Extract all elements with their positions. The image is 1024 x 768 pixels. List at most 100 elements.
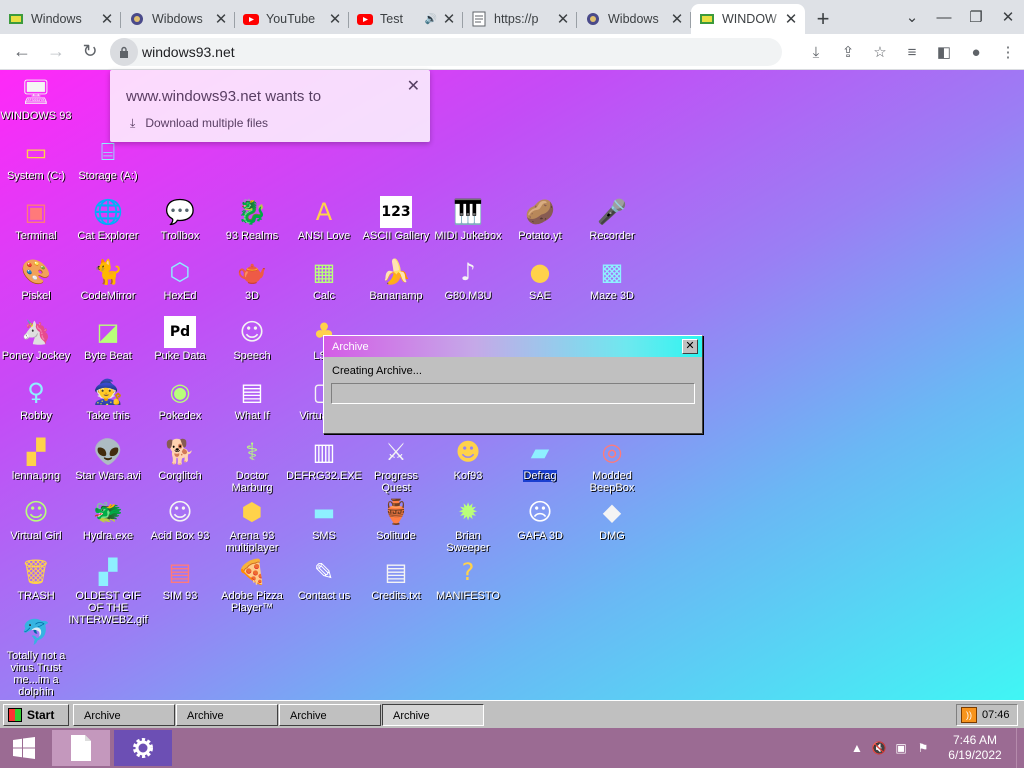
restore-button[interactable]: ❐: [960, 8, 992, 26]
tab-4[interactable]: Test 🔊 ✕: [349, 4, 463, 34]
taskbar-task-archive-3[interactable]: Archive: [279, 704, 381, 726]
desktop-icon-oldest-gif-of-the-interwebz-gif[interactable]: ▞ OLDEST GIF OF THE INTERWEBZ.gif: [68, 556, 147, 626]
desktop-icon-codemirror[interactable]: 🐈 CodeMirror: [72, 256, 144, 302]
desktop-icon-robby[interactable]: ♀ Robby: [0, 376, 72, 422]
desktop-icon-modded-beepbox[interactable]: ◎ Modded BeepBox: [576, 436, 648, 494]
desktop-icon-contact-us[interactable]: ✎ Contact us: [288, 556, 360, 602]
lock-icon[interactable]: [110, 38, 138, 66]
tab-close-icon[interactable]: ✕: [555, 10, 571, 28]
desktop-icon-bananamp[interactable]: 🍌 Bananamp: [360, 256, 432, 302]
desktop-icon-sim-93[interactable]: ▤ SIM 93: [144, 556, 216, 602]
desktop-icon-hydra-exe[interactable]: 🐲 Hydra.exe: [72, 496, 144, 542]
desktop-icon-star-wars-avi[interactable]: 👽 Star Wars.avi: [72, 436, 144, 482]
new-tab-button[interactable]: +: [805, 4, 841, 34]
network-icon[interactable]: ▣: [890, 741, 912, 755]
rss-icon[interactable]: )): [961, 707, 977, 723]
desktop-icon-calc[interactable]: ▦ Calc: [288, 256, 360, 302]
desktop-icon-acid-box-93[interactable]: ☺ Acid Box 93: [144, 496, 216, 542]
tab-6[interactable]: Wibdows ✕: [577, 4, 691, 34]
desktop-icon-gafa-3d[interactable]: ☹ GAFA 3D: [504, 496, 576, 542]
desktop-icon-solitude[interactable]: 🏺 Solitude: [360, 496, 432, 542]
desktop-icon-totally-not-a-virus-trust-me-im-a-dolphin[interactable]: 🐬 Totally not a virus.Trust me...im a dol…: [0, 616, 72, 698]
show-desktop-button[interactable]: [1016, 728, 1024, 768]
tab-close-icon[interactable]: ✕: [327, 10, 343, 28]
desktop-icon-poney-jockey[interactable]: 🦄 Poney Jockey: [0, 316, 72, 362]
volume-muted-icon[interactable]: 🔇: [868, 741, 890, 755]
desktop-icon-manifesto[interactable]: ? MANIFESTO: [432, 556, 504, 602]
chevron-up-icon[interactable]: ▲: [846, 741, 868, 755]
desktop-icon-defrg32-exe[interactable]: ▥ DEFRG32.EXE: [286, 436, 362, 482]
desktop-icon-trollbox[interactable]: 💬 Trollbox: [144, 196, 216, 242]
back-button[interactable]: ←: [6, 36, 38, 68]
desktop-icon-system-c[interactable]: ▭ System (C:): [0, 136, 72, 182]
download-icon[interactable]: ⤓: [800, 36, 832, 68]
windows-start-button[interactable]: [0, 728, 48, 768]
forward-button[interactable]: →: [40, 36, 72, 68]
desktop-icon-corglitch[interactable]: 🐕 Corglitch: [144, 436, 216, 482]
desktop-icon-credits-txt[interactable]: ▤ Credits.txt: [360, 556, 432, 602]
desktop-icon-ansi-love[interactable]: A ANSI Love: [288, 196, 360, 242]
desktop-icon-virtual-girl[interactable]: ☺ Virtual Girl: [0, 496, 72, 542]
desktop-icon-sae[interactable]: ● SAE: [504, 256, 576, 302]
desktop-icon-pokedex[interactable]: ◉ Pokedex: [144, 376, 216, 422]
desktop-icon-g80-m3u[interactable]: ♪ G80.M3U: [432, 256, 504, 302]
desktop-icon-dmg[interactable]: ◆ DMG: [576, 496, 648, 542]
menu-kebab-icon[interactable]: ⋮: [992, 36, 1024, 68]
tab-close-icon[interactable]: ✕: [99, 10, 115, 28]
archive-dialog-titlebar[interactable]: Archive: [324, 336, 702, 357]
desktop-icon-terminal[interactable]: ▣ Terminal: [0, 196, 72, 242]
desktop-icon-defrag[interactable]: ▰ Defrag: [504, 436, 576, 482]
desktop-icon-hexed[interactable]: ⬡ HexEd: [144, 256, 216, 302]
tab-2[interactable]: Wibdows ✕: [121, 4, 235, 34]
desktop-icon-lenna-png[interactable]: ▞ lenna.png: [0, 436, 72, 482]
desktop-icon-3d[interactable]: 🫖 3D: [216, 256, 288, 302]
side-panel-icon[interactable]: ◧: [928, 36, 960, 68]
system-clock[interactable]: 7:46 AM 6/19/2022: [934, 733, 1016, 763]
desktop-icon-cat-explorer[interactable]: 🌐 Cat Explorer: [72, 196, 144, 242]
tab-close-icon[interactable]: ✕: [441, 10, 457, 28]
tab-5[interactable]: https://p ✕: [463, 4, 577, 34]
desktop-icon-trash[interactable]: 🗑 TRASH: [0, 556, 72, 602]
desktop-icon-doctor-marburg[interactable]: ⚕ Doctor Marburg: [216, 436, 288, 494]
taskbar-task-archive-4[interactable]: Archive: [382, 704, 484, 726]
desktop-icon-brian-sweeper[interactable]: ✹ Brian Sweeper: [432, 496, 504, 554]
tab-search-icon[interactable]: ⌄: [896, 8, 928, 26]
taskbar-file-app[interactable]: [52, 730, 110, 766]
desktop-icon-93-realms[interactable]: 🐉 93 Realms: [216, 196, 288, 242]
share-icon[interactable]: ⇪: [832, 36, 864, 68]
tab-3[interactable]: YouTube ✕: [235, 4, 349, 34]
desktop-icon-kof93[interactable]: ☻ Kof93: [432, 436, 504, 482]
desktop-icon-take-this[interactable]: 🧙 Take this: [72, 376, 144, 422]
reload-button[interactable]: ↻: [74, 36, 106, 68]
archive-dialog-close-button[interactable]: ✕: [682, 339, 698, 354]
desktop-icon-maze-3d[interactable]: ▩ Maze 3D: [576, 256, 648, 302]
win93-start-button[interactable]: Start: [3, 704, 69, 726]
desktop-icon-piskel[interactable]: 🎨 Piskel: [0, 256, 72, 302]
desktop-icon-puke-data[interactable]: Pd Puke Data: [144, 316, 216, 362]
speaker-icon[interactable]: 🔊: [425, 14, 437, 25]
desktop-icon-ascii-gallery[interactable]: 123 ASCII Gallery: [360, 196, 432, 242]
taskbar-task-archive-1[interactable]: Archive: [73, 704, 175, 726]
desktop-icon-windows-93[interactable]: 🖥 WINDOWS 93: [0, 76, 72, 122]
desktop-icon-midi-jukebox[interactable]: 🎹 MIDI Jukebox: [432, 196, 504, 242]
tab-1[interactable]: Windows ✕: [0, 4, 121, 34]
bookmark-star-icon[interactable]: ☆: [864, 36, 896, 68]
desktop-icon-speech[interactable]: ☺ Speech: [216, 316, 288, 362]
media-control-icon[interactable]: ≡: [896, 36, 928, 68]
desktop-icon-recorder[interactable]: 🎤 Recorder: [576, 196, 648, 242]
desktop-icon-adobe-pizza-player[interactable]: 🍕 Adobe Pizza Player™: [216, 556, 288, 614]
taskbar-task-archive-2[interactable]: Archive: [176, 704, 278, 726]
tab-7[interactable]: WINDOW ✕: [691, 4, 805, 34]
desktop-icon-progress-quest[interactable]: ⚔ Progress Quest: [360, 436, 432, 494]
action-center-icon[interactable]: ⚑: [912, 741, 934, 755]
desktop-icon-byte-beat[interactable]: ◪ Byte Beat: [72, 316, 144, 362]
desktop-icon-storage-a[interactable]: ⌸ Storage (A:): [72, 136, 144, 182]
close-window-button[interactable]: ✕: [992, 8, 1024, 26]
desktop-icon-sms[interactable]: ▬ SMS: [288, 496, 360, 542]
minimize-button[interactable]: —: [928, 9, 960, 26]
desktop-icon-arena-93-multiplayer[interactable]: ⬢ Arena 93 multiplayer: [216, 496, 288, 554]
tab-close-icon[interactable]: ✕: [213, 10, 229, 28]
address-bar[interactable]: windows93.net: [110, 38, 782, 66]
tab-close-icon[interactable]: ✕: [669, 10, 685, 28]
profile-avatar-icon[interactable]: ●: [960, 36, 992, 68]
